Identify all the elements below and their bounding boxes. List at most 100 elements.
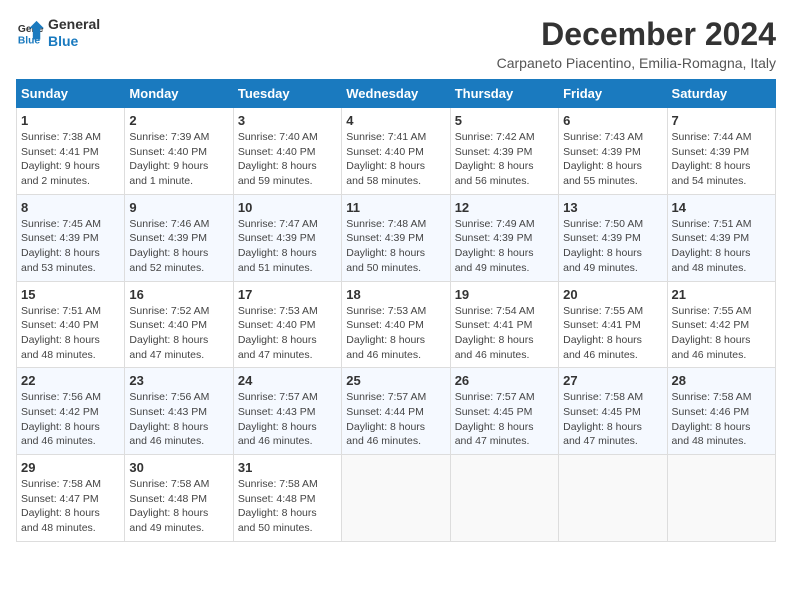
calendar-cell: 23 Sunrise: 7:56 AMSunset: 4:43 PMDayligh… [125, 368, 233, 455]
calendar-cell: 24 Sunrise: 7:57 AMSunset: 4:43 PMDayligh… [233, 368, 341, 455]
calendar-cell: 1 Sunrise: 7:38 AMSunset: 4:41 PMDaylight… [17, 108, 125, 195]
day-number: 18 [346, 287, 445, 302]
calendar-cell: 19 Sunrise: 7:54 AMSunset: 4:41 PMDayligh… [450, 281, 558, 368]
day-info: Sunrise: 7:58 AMSunset: 4:45 PMDaylight:… [563, 390, 662, 449]
day-number: 12 [455, 200, 554, 215]
day-number: 1 [21, 113, 120, 128]
day-number: 30 [129, 460, 228, 475]
logo-icon: General Blue [16, 19, 44, 47]
logo: General Blue General Blue [16, 16, 100, 50]
column-header-sunday: Sunday [17, 80, 125, 108]
calendar-cell [559, 455, 667, 542]
day-number: 28 [672, 373, 771, 388]
month-year-title: December 2024 [497, 16, 776, 53]
day-info: Sunrise: 7:58 AMSunset: 4:48 PMDaylight:… [129, 477, 228, 536]
day-number: 19 [455, 287, 554, 302]
day-info: Sunrise: 7:58 AMSunset: 4:47 PMDaylight:… [21, 477, 120, 536]
day-info: Sunrise: 7:40 AMSunset: 4:40 PMDaylight:… [238, 130, 337, 189]
day-number: 4 [346, 113, 445, 128]
calendar-cell: 17 Sunrise: 7:53 AMSunset: 4:40 PMDayligh… [233, 281, 341, 368]
day-info: Sunrise: 7:52 AMSunset: 4:40 PMDaylight:… [129, 304, 228, 363]
calendar-cell: 9 Sunrise: 7:46 AMSunset: 4:39 PMDaylight… [125, 194, 233, 281]
day-number: 23 [129, 373, 228, 388]
day-info: Sunrise: 7:45 AMSunset: 4:39 PMDaylight:… [21, 217, 120, 276]
day-info: Sunrise: 7:55 AMSunset: 4:41 PMDaylight:… [563, 304, 662, 363]
calendar-header: SundayMondayTuesdayWednesdayThursdayFrid… [17, 80, 776, 108]
day-number: 13 [563, 200, 662, 215]
calendar-cell: 29 Sunrise: 7:58 AMSunset: 4:47 PMDayligh… [17, 455, 125, 542]
week-row-2: 8 Sunrise: 7:45 AMSunset: 4:39 PMDaylight… [17, 194, 776, 281]
day-info: Sunrise: 7:42 AMSunset: 4:39 PMDaylight:… [455, 130, 554, 189]
calendar-cell: 4 Sunrise: 7:41 AMSunset: 4:40 PMDaylight… [342, 108, 450, 195]
day-number: 17 [238, 287, 337, 302]
column-header-saturday: Saturday [667, 80, 775, 108]
day-info: Sunrise: 7:56 AMSunset: 4:42 PMDaylight:… [21, 390, 120, 449]
day-info: Sunrise: 7:57 AMSunset: 4:45 PMDaylight:… [455, 390, 554, 449]
title-block: December 2024 Carpaneto Piacentino, Emil… [497, 16, 776, 71]
day-number: 2 [129, 113, 228, 128]
day-info: Sunrise: 7:46 AMSunset: 4:39 PMDaylight:… [129, 217, 228, 276]
day-number: 3 [238, 113, 337, 128]
day-number: 26 [455, 373, 554, 388]
calendar-cell: 20 Sunrise: 7:55 AMSunset: 4:41 PMDayligh… [559, 281, 667, 368]
day-number: 11 [346, 200, 445, 215]
day-number: 16 [129, 287, 228, 302]
calendar-cell: 13 Sunrise: 7:50 AMSunset: 4:39 PMDayligh… [559, 194, 667, 281]
calendar-cell: 22 Sunrise: 7:56 AMSunset: 4:42 PMDayligh… [17, 368, 125, 455]
day-number: 9 [129, 200, 228, 215]
day-info: Sunrise: 7:57 AMSunset: 4:43 PMDaylight:… [238, 390, 337, 449]
calendar-cell: 14Sunrise: 7:51 AMSunset: 4:39 PMDayligh… [667, 194, 775, 281]
day-number: 31 [238, 460, 337, 475]
calendar-cell: 18 Sunrise: 7:53 AMSunset: 4:40 PMDayligh… [342, 281, 450, 368]
day-number: 22 [21, 373, 120, 388]
calendar-cell: 28 Sunrise: 7:58 AMSunset: 4:46 PMDayligh… [667, 368, 775, 455]
column-header-wednesday: Wednesday [342, 80, 450, 108]
calendar-cell: 25 Sunrise: 7:57 AMSunset: 4:44 PMDayligh… [342, 368, 450, 455]
day-info: Sunrise: 7:58 AMSunset: 4:46 PMDaylight:… [672, 390, 771, 449]
day-number: 20 [563, 287, 662, 302]
day-info: Sunrise: 7:38 AMSunset: 4:41 PMDaylight:… [21, 130, 120, 189]
calendar-cell [667, 455, 775, 542]
calendar-body: 1 Sunrise: 7:38 AMSunset: 4:41 PMDaylight… [17, 108, 776, 542]
day-info: Sunrise: 7:56 AMSunset: 4:43 PMDaylight:… [129, 390, 228, 449]
week-row-3: 15Sunrise: 7:51 AMSunset: 4:40 PMDayligh… [17, 281, 776, 368]
calendar-cell: 8 Sunrise: 7:45 AMSunset: 4:39 PMDaylight… [17, 194, 125, 281]
day-info: Sunrise: 7:41 AMSunset: 4:40 PMDaylight:… [346, 130, 445, 189]
column-header-thursday: Thursday [450, 80, 558, 108]
calendar-cell: 5Sunrise: 7:42 AMSunset: 4:39 PMDaylight… [450, 108, 558, 195]
calendar-cell: 16 Sunrise: 7:52 AMSunset: 4:40 PMDayligh… [125, 281, 233, 368]
calendar-cell: 6Sunrise: 7:43 AMSunset: 4:39 PMDaylight… [559, 108, 667, 195]
day-info: Sunrise: 7:53 AMSunset: 4:40 PMDaylight:… [238, 304, 337, 363]
header-row: SundayMondayTuesdayWednesdayThursdayFrid… [17, 80, 776, 108]
calendar-cell: 10Sunrise: 7:47 AMSunset: 4:39 PMDayligh… [233, 194, 341, 281]
week-row-1: 1 Sunrise: 7:38 AMSunset: 4:41 PMDaylight… [17, 108, 776, 195]
day-number: 24 [238, 373, 337, 388]
calendar-cell [450, 455, 558, 542]
calendar-table: SundayMondayTuesdayWednesdayThursdayFrid… [16, 79, 776, 542]
location-subtitle: Carpaneto Piacentino, Emilia-Romagna, It… [497, 55, 776, 71]
day-number: 21 [672, 287, 771, 302]
day-number: 10 [238, 200, 337, 215]
calendar-cell: 30 Sunrise: 7:58 AMSunset: 4:48 PMDayligh… [125, 455, 233, 542]
day-info: Sunrise: 7:53 AMSunset: 4:40 PMDaylight:… [346, 304, 445, 363]
day-number: 27 [563, 373, 662, 388]
day-number: 25 [346, 373, 445, 388]
day-info: Sunrise: 7:57 AMSunset: 4:44 PMDaylight:… [346, 390, 445, 449]
day-info: Sunrise: 7:39 AMSunset: 4:40 PMDaylight:… [129, 130, 228, 189]
calendar-cell: 31Sunrise: 7:58 AMSunset: 4:48 PMDayligh… [233, 455, 341, 542]
day-number: 6 [563, 113, 662, 128]
day-number: 8 [21, 200, 120, 215]
day-info: Sunrise: 7:50 AMSunset: 4:39 PMDaylight:… [563, 217, 662, 276]
logo-text-blue: Blue [48, 33, 100, 50]
calendar-cell: 11Sunrise: 7:48 AMSunset: 4:39 PMDayligh… [342, 194, 450, 281]
day-number: 29 [21, 460, 120, 475]
week-row-5: 29 Sunrise: 7:58 AMSunset: 4:47 PMDayligh… [17, 455, 776, 542]
calendar-cell: 3 Sunrise: 7:40 AMSunset: 4:40 PMDaylight… [233, 108, 341, 195]
day-info: Sunrise: 7:54 AMSunset: 4:41 PMDaylight:… [455, 304, 554, 363]
day-number: 14 [672, 200, 771, 215]
column-header-monday: Monday [125, 80, 233, 108]
calendar-cell: 7Sunrise: 7:44 AMSunset: 4:39 PMDaylight… [667, 108, 775, 195]
calendar-cell: 21Sunrise: 7:55 AMSunset: 4:42 PMDayligh… [667, 281, 775, 368]
logo-text-general: General [48, 16, 100, 33]
column-header-friday: Friday [559, 80, 667, 108]
